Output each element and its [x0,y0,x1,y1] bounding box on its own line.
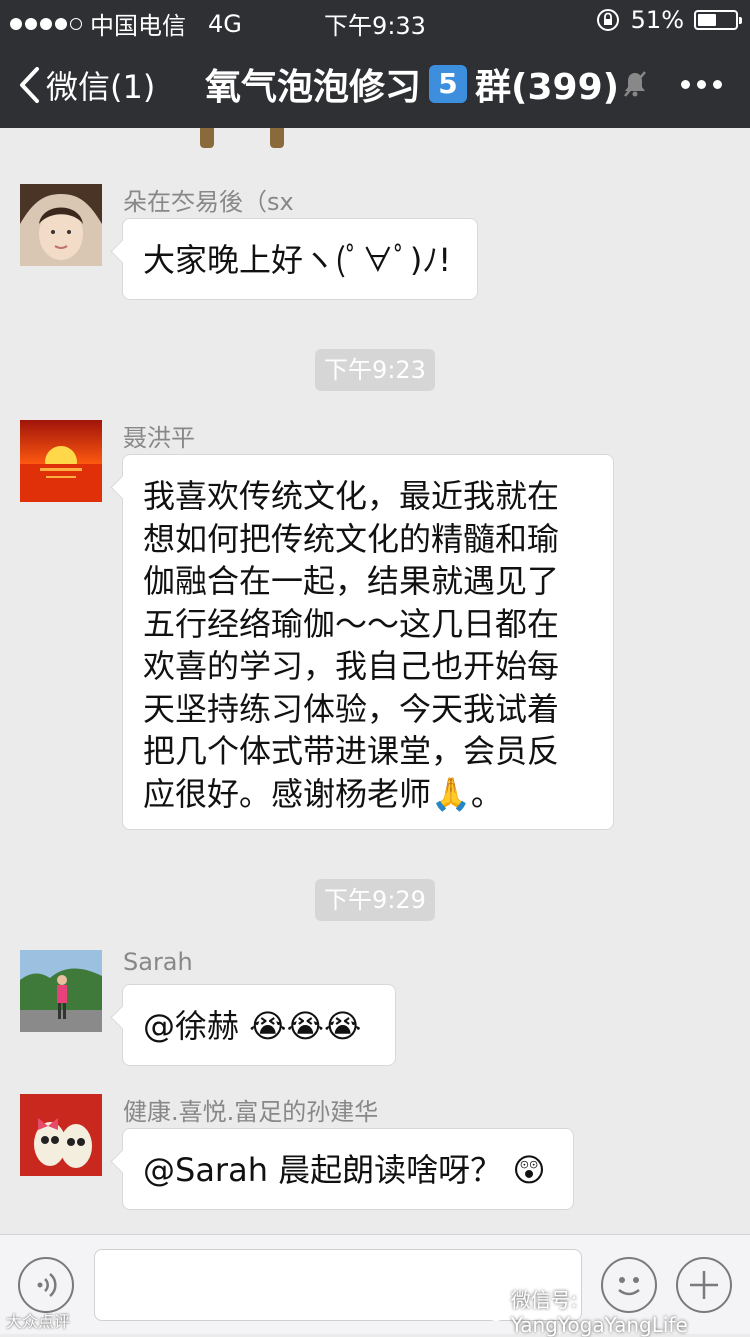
message-bubble[interactable]: 大家晚上好ヽ(ﾟ∀ﾟ)ﾉ! [122,218,478,300]
sender-name: Sarah [123,948,193,976]
message-text: @Sarah 晨起朗读啥呀？ 😲 [143,1151,546,1189]
chevron-left-icon [20,67,39,103]
chat-header: 微信(1) 氧气泡泡修习 5 群(399) [0,40,750,128]
battery-icon [694,10,742,30]
previous-message-image [192,128,302,148]
avatar[interactable] [20,184,102,266]
avatar[interactable] [20,420,102,502]
more-options-icon[interactable] [681,80,722,89]
message-text: 大家晚上好ヽ(ﾟ∀ﾟ)ﾉ! [143,241,452,279]
avatar[interactable] [20,1094,102,1176]
wechat-logo-icon [478,1299,505,1321]
sender-name: 朵在冭易後（sx [123,188,294,216]
message-bubble[interactable]: 我喜欢传统文化，最近我就在 想如何把传统文化的精髓和瑜 伽融合在一起，结果就遇见… [122,454,614,830]
rotation-lock-icon [596,9,619,31]
watermark-right: 微信号: YangYogaYangLife [478,1284,750,1337]
back-button[interactable]: 微信(1) [18,62,155,108]
battery-percent: 51% [630,6,684,34]
title-suffix: 群(399) [475,67,620,108]
group-number-badge: 5 [429,65,468,103]
watermark-text: 微信号: YangYogaYangLife [510,1288,688,1337]
avatar[interactable] [20,950,102,1032]
sender-name: 聂洪平 [123,424,195,452]
mute-bell-icon [624,71,646,97]
title-prefix: 氧气泡泡修习 [205,67,422,108]
timestamp: 下午9:23 [315,349,435,391]
chat-area[interactable]: 朵在冭易後（sx 大家晚上好ヽ(ﾟ∀ﾟ)ﾉ! 下午9:23 聂洪平 我喜欢传统文… [0,128,750,1234]
voice-button[interactable] [18,1257,74,1313]
back-label: 微信(1) [46,68,156,106]
voice-icon [37,1273,57,1297]
message-text: @徐赫 😭😭😭 [143,1007,362,1045]
message-text: 我喜欢传统文化，最近我就在 想如何把传统文化的精髓和瑜 伽融合在一起，结果就遇见… [143,477,560,813]
timestamp: 下午9:29 [315,879,435,921]
sender-name: 健康.喜悦.富足的孙建华 [123,1098,379,1126]
watermark-left: 大众点评 [6,1312,71,1331]
message-bubble[interactable]: @Sarah 晨起朗读啥呀？ 😲 [122,1128,574,1210]
page-title: 氧气泡泡修习 5 群(399) [205,58,619,110]
message-bubble[interactable]: @徐赫 😭😭😭 [122,984,396,1066]
status-bar: 中国电信 4G 下午9:33 51% [0,0,750,40]
